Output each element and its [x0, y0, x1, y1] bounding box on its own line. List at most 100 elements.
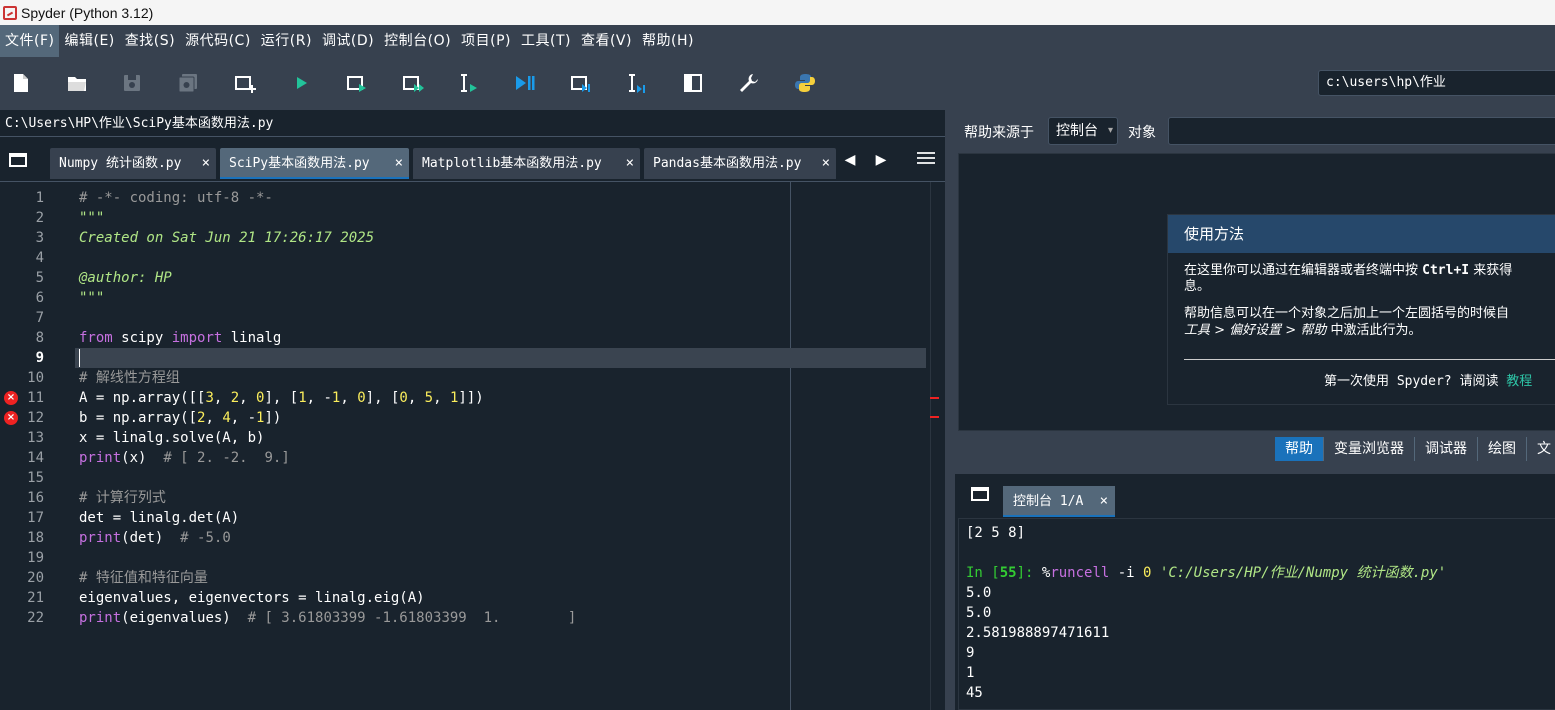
code-line: print(x) # [ 2. -2. 9.] — [79, 450, 290, 466]
open-file-icon[interactable] — [65, 71, 89, 95]
menu-tools[interactable]: 工具(T) — [516, 25, 576, 57]
new-file-icon[interactable] — [9, 71, 33, 95]
editor-tab-bar: Numpy 统计函数.py × SciPy基本函数用法.py × Matplot… — [0, 140, 945, 180]
close-icon[interactable]: × — [626, 148, 634, 179]
menu-consoles[interactable]: 控制台(O) — [379, 25, 456, 57]
tab-matplotlib[interactable]: Matplotlib基本函数用法.py × — [413, 148, 640, 179]
python-path-icon[interactable] — [793, 71, 817, 95]
line-number: 7 — [35, 310, 44, 326]
usage-text: 中激活此行为。 — [1326, 323, 1422, 338]
close-icon[interactable]: × — [822, 148, 830, 179]
menu-file[interactable]: 文件(F) — [0, 25, 60, 57]
line-number: 17 — [27, 510, 44, 526]
menu-search[interactable]: 查找(S) — [120, 25, 180, 57]
debug-selection-icon[interactable] — [625, 71, 649, 95]
preferences-menu-path: 工具 > 偏好设置 > 帮助 — [1184, 323, 1327, 338]
shortcut-key: Ctrl+I — [1422, 263, 1470, 278]
console-line: 2.581988897471611 — [966, 625, 1110, 641]
menu-source[interactable]: 源代码(C) — [180, 25, 256, 57]
browse-tabs-icon[interactable] — [8, 150, 28, 170]
line-number: 8 — [35, 330, 44, 346]
spyder-logo-icon — [3, 5, 17, 20]
code-line: det = linalg.det(A) — [79, 510, 240, 526]
code-area[interactable]: # -*- coding: utf-8 -*- """ Created on Sat… — [75, 182, 930, 710]
console-line: 5.0 — [966, 585, 992, 601]
new-cell-icon[interactable] — [233, 71, 257, 95]
browse-tabs-icon[interactable] — [970, 484, 990, 504]
tab-label: Pandas基本函数用法.py — [653, 156, 802, 171]
pane-splitter[interactable] — [945, 110, 955, 710]
tab-pandas[interactable]: Pandas基本函数用法.py × — [644, 148, 836, 179]
tutorial-line: 第一次使用 Spyder? 请阅读 教程 — [1324, 370, 1532, 389]
tab-label: Matplotlib基本函数用法.py — [422, 156, 602, 171]
console-pane: 控制台 1/A × [2 5 8] In [55]: %runcell -i 0 … — [955, 465, 1555, 710]
run-selection-icon[interactable] — [457, 71, 481, 95]
maximize-pane-icon[interactable] — [681, 71, 705, 95]
menu-bar: 文件(F) 编辑(E) 查找(S) 源代码(C) 运行(R) 调试(D) 控制台… — [0, 25, 1555, 57]
close-icon[interactable]: × — [395, 148, 403, 179]
window-title: Spyder (Python 3.12) — [21, 4, 154, 21]
run-cell-advance-icon[interactable] — [401, 71, 425, 95]
usage-paragraph-2: 帮助信息可以在一个对象之后加上一个左圆括号的时候自 — [1184, 306, 1510, 321]
console-tab-bar: 控制台 1/A × — [955, 474, 1555, 518]
edge-line — [790, 182, 791, 710]
help-object-label: 对象 — [1128, 125, 1156, 141]
error-icon[interactable]: × — [4, 391, 18, 405]
current-line-highlight — [75, 348, 926, 368]
tab-plots[interactable]: 绘图 — [1478, 437, 1527, 461]
help-content: 使用方法 在这里你可以通过在编辑器或者终端中按 Ctrl+I 来获得 息。 帮助… — [958, 153, 1555, 431]
line-number: 6 — [35, 290, 44, 306]
help-object-input[interactable] — [1168, 117, 1555, 145]
help-source-select[interactable]: 控制台 ▾ — [1048, 117, 1118, 145]
menu-edit[interactable]: 编辑(E) — [59, 25, 119, 57]
preferences-icon[interactable] — [737, 71, 761, 95]
line-number: 14 — [27, 450, 44, 466]
tab-console-1[interactable]: 控制台 1/A × — [1003, 486, 1115, 517]
menu-run[interactable]: 运行(R) — [256, 25, 317, 57]
line-number: 19 — [27, 550, 44, 566]
tab-help[interactable]: 帮助 — [1275, 437, 1324, 461]
help-pane: 帮助来源于 控制台 ▾ 对象 使用方法 在这里你可以通过在编辑器或者终端中按 C… — [955, 110, 1555, 465]
tutorial-link[interactable]: 教程 — [1506, 374, 1532, 389]
run-icon[interactable] — [289, 71, 313, 95]
divider — [955, 465, 1555, 474]
menu-view[interactable]: 查看(V) — [576, 25, 637, 57]
ipython-console-output[interactable]: [2 5 8] In [55]: %runcell -i 0 'C:/Users/… — [958, 518, 1555, 710]
code-line: @author: HP — [79, 270, 172, 286]
close-icon[interactable]: × — [202, 148, 210, 179]
scroll-tabs-left-icon[interactable]: ◀ — [842, 152, 858, 168]
options-menu-icon[interactable] — [917, 152, 935, 166]
working-directory-combo[interactable]: c:\users\hp\作业 — [1318, 70, 1555, 96]
code-line: # -*- coding: utf-8 -*- — [79, 190, 273, 206]
debug-cell-icon[interactable] — [569, 71, 593, 95]
usage-title: 使用方法 — [1168, 215, 1555, 253]
text-cursor — [79, 349, 80, 367]
scroll-tabs-right-icon[interactable]: ▶ — [873, 152, 889, 168]
save-icon[interactable] — [120, 71, 144, 95]
title-bar: Spyder (Python 3.12) — [0, 0, 1555, 25]
console-line: 5.0 — [966, 605, 992, 621]
run-cell-icon[interactable] — [345, 71, 369, 95]
tab-debugger[interactable]: 调试器 — [1415, 437, 1478, 461]
code-line: """ — [79, 290, 105, 306]
close-icon[interactable]: × — [1100, 486, 1108, 517]
menu-debug[interactable]: 调试(D) — [317, 25, 379, 57]
debug-icon[interactable] — [513, 71, 537, 95]
tab-files[interactable]: 文 — [1527, 437, 1555, 461]
editor-scrollbar[interactable] — [930, 182, 945, 710]
menu-help[interactable]: 帮助(H) — [637, 25, 699, 57]
tab-variable-explorer[interactable]: 变量浏览器 — [1324, 437, 1415, 461]
tab-numpy[interactable]: Numpy 统计函数.py × — [50, 148, 216, 179]
save-all-icon[interactable] — [176, 71, 200, 95]
code-line: from scipy import linalg — [79, 330, 282, 346]
code-line: # 解线性方程组 — [79, 370, 180, 386]
line-number: 2 — [35, 210, 44, 226]
line-number: 9 — [35, 350, 44, 366]
code-editor[interactable]: 1 2 3 4 5 6 7 8 9 10 11 × 12 × 13 14 15 16 17 18 19 20 21 22 # … — [0, 181, 945, 710]
error-icon[interactable]: × — [4, 411, 18, 425]
editor-file-path: C:\Users\HP\作业\SciPy基本函数用法.py — [0, 112, 945, 136]
tab-scipy[interactable]: SciPy基本函数用法.py × — [220, 148, 409, 179]
line-number: 13 — [27, 430, 44, 446]
line-number: 3 — [35, 230, 44, 246]
menu-projects[interactable]: 项目(P) — [456, 25, 516, 57]
